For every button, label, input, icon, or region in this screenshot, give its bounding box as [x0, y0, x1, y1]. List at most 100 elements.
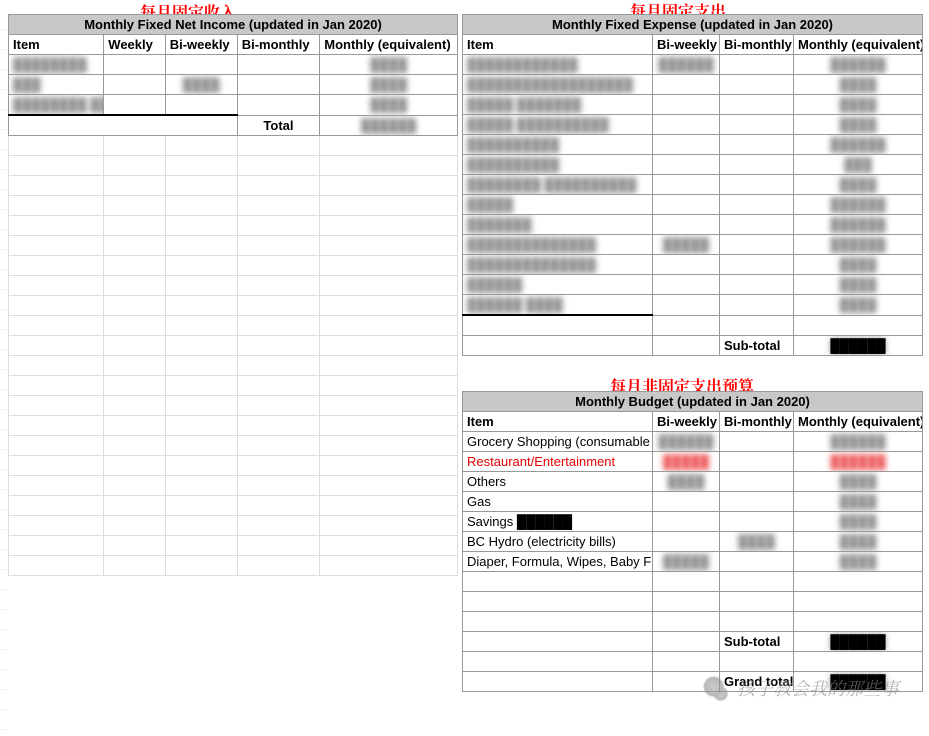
header-monthly[interactable]: Monthly (equivalent): [320, 35, 458, 55]
cell[interactable]: ████: [794, 255, 923, 275]
cell[interactable]: ████: [794, 75, 923, 95]
cell[interactable]: [9, 535, 104, 555]
cell[interactable]: ████████ ████: [9, 95, 104, 116]
cell[interactable]: [237, 375, 320, 395]
cell[interactable]: [237, 295, 320, 315]
cell[interactable]: [720, 55, 794, 75]
header-item[interactable]: Item: [463, 412, 653, 432]
cell[interactable]: [9, 435, 104, 455]
cell[interactable]: [720, 472, 794, 492]
expense-title[interactable]: Monthly Fixed Expense (updated in Jan 20…: [463, 15, 923, 35]
header-biweekly[interactable]: Bi-weekly: [165, 35, 237, 55]
cell[interactable]: ████: [320, 95, 458, 116]
cell[interactable]: [9, 375, 104, 395]
cell[interactable]: [237, 455, 320, 475]
cell[interactable]: [720, 275, 794, 295]
cell[interactable]: [165, 235, 237, 255]
cell[interactable]: [237, 135, 320, 155]
cell[interactable]: [237, 535, 320, 555]
expense-table[interactable]: Monthly Fixed Expense (updated in Jan 20…: [462, 14, 923, 356]
cell[interactable]: [720, 75, 794, 95]
cell[interactable]: ████: [794, 472, 923, 492]
cell[interactable]: ██████: [794, 432, 923, 452]
cell[interactable]: [165, 535, 237, 555]
cell[interactable]: [9, 415, 104, 435]
cell[interactable]: [165, 475, 237, 495]
cell[interactable]: [237, 555, 320, 575]
header-item[interactable]: Item: [9, 35, 104, 55]
cell[interactable]: [237, 215, 320, 235]
cell[interactable]: [104, 375, 165, 395]
expense-subtotal-label[interactable]: Sub-total: [720, 335, 794, 355]
cell[interactable]: [165, 295, 237, 315]
cell[interactable]: [720, 315, 794, 335]
cell[interactable]: [9, 475, 104, 495]
cell[interactable]: [720, 175, 794, 195]
cell[interactable]: [653, 115, 720, 135]
cell[interactable]: [720, 432, 794, 452]
cell[interactable]: ██████████████: [463, 255, 653, 275]
cell[interactable]: ████████████: [463, 55, 653, 75]
cell[interactable]: ██████████████: [463, 235, 653, 255]
cell[interactable]: [463, 672, 653, 692]
cell[interactable]: [104, 195, 165, 215]
cell[interactable]: [720, 512, 794, 532]
cell[interactable]: [320, 135, 458, 155]
header-bimonthly[interactable]: Bi-monthly: [720, 412, 794, 432]
cell[interactable]: ████: [794, 175, 923, 195]
cell[interactable]: [165, 195, 237, 215]
cell[interactable]: [653, 512, 720, 532]
cell[interactable]: [653, 492, 720, 512]
cell[interactable]: [653, 632, 720, 652]
cell[interactable]: [165, 215, 237, 235]
cell[interactable]: ████: [794, 492, 923, 512]
income-total-value[interactable]: ██████: [320, 115, 458, 135]
cell[interactable]: [320, 415, 458, 435]
cell[interactable]: ████: [794, 295, 923, 316]
header-bimonthly[interactable]: Bi-monthly: [720, 35, 794, 55]
cell[interactable]: [165, 375, 237, 395]
cell[interactable]: [9, 135, 104, 155]
cell[interactable]: Restaurant/Entertainment: [463, 452, 653, 472]
budget-table[interactable]: Monthly Budget (updated in Jan 2020) Ite…: [462, 391, 923, 692]
cell[interactable]: [104, 535, 165, 555]
cell[interactable]: [237, 155, 320, 175]
budget-grandtotal-value[interactable]: ██████: [794, 672, 923, 692]
cell[interactable]: ██████████: [463, 135, 653, 155]
header-monthly[interactable]: Monthly (equivalent): [794, 412, 923, 432]
cell[interactable]: [104, 435, 165, 455]
budget-grandtotal-label[interactable]: Grand total: [720, 672, 794, 692]
cell[interactable]: [320, 315, 458, 335]
cell[interactable]: [165, 455, 237, 475]
cell[interactable]: [720, 552, 794, 572]
cell[interactable]: ██████: [794, 452, 923, 472]
cell[interactable]: [653, 532, 720, 552]
cell[interactable]: █████: [653, 452, 720, 472]
income-table[interactable]: Monthly Fixed Net Income (updated in Jan…: [8, 14, 458, 576]
cell[interactable]: [653, 275, 720, 295]
cell[interactable]: █████: [463, 195, 653, 215]
cell[interactable]: [9, 195, 104, 215]
cell[interactable]: ████████: [9, 55, 104, 75]
cell[interactable]: [9, 335, 104, 355]
cell[interactable]: ██████: [463, 275, 653, 295]
cell[interactable]: [104, 235, 165, 255]
cell[interactable]: ████: [320, 55, 458, 75]
cell[interactable]: [320, 395, 458, 415]
cell[interactable]: ██████████████████: [463, 75, 653, 95]
cell[interactable]: [104, 555, 165, 575]
cell[interactable]: [720, 155, 794, 175]
cell[interactable]: ████: [794, 115, 923, 135]
cell[interactable]: [9, 215, 104, 235]
cell[interactable]: [104, 215, 165, 235]
cell[interactable]: [237, 515, 320, 535]
cell[interactable]: BC Hydro (electricity bills): [463, 532, 653, 552]
cell[interactable]: [720, 115, 794, 135]
cell[interactable]: [237, 475, 320, 495]
cell[interactable]: [165, 435, 237, 455]
cell[interactable]: [320, 475, 458, 495]
cell[interactable]: [9, 115, 238, 135]
cell[interactable]: [320, 255, 458, 275]
cell[interactable]: [237, 75, 320, 95]
cell[interactable]: [104, 175, 165, 195]
